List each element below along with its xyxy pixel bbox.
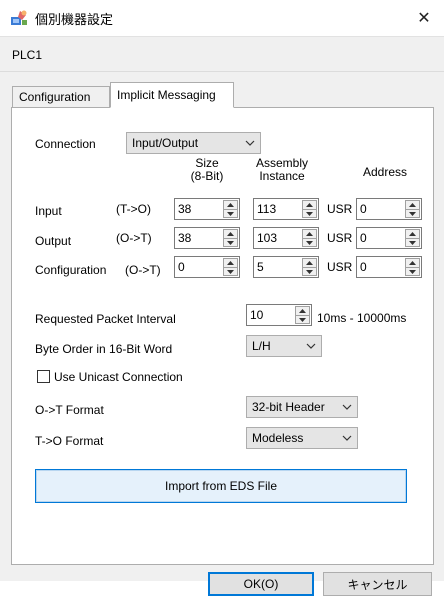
input-size-spin-buttons[interactable] [223, 200, 238, 218]
output-label: Output [35, 234, 72, 248]
output-size-stepper[interactable]: 38 [174, 227, 240, 249]
ot-format-value: 32-bit Header [252, 400, 325, 414]
configuration-size-spin-buttons[interactable] [223, 258, 238, 276]
configuration-address-stepper[interactable]: 0 [356, 256, 422, 278]
configuration-instance-stepper[interactable]: 5 [253, 256, 319, 278]
tab-configuration-label: Configuration [19, 90, 91, 104]
spin-down-icon [409, 241, 416, 245]
output-address-spin-buttons[interactable] [405, 229, 420, 247]
ot-format-select[interactable]: 32-bit Header [246, 396, 358, 418]
output-instance-stepper[interactable]: 103 [253, 227, 319, 249]
chevron-down-icon [342, 435, 352, 441]
input-label: Input [35, 204, 62, 218]
spin-down-icon [227, 270, 234, 274]
chevron-down-icon [306, 343, 316, 349]
ok-button[interactable]: OK(O) [208, 572, 314, 596]
to-format-label: T->O Format [35, 434, 104, 448]
implicit-messaging-panel: Connection Input/Output Size (8-Bit) Ass… [11, 107, 434, 565]
input-instance-stepper[interactable]: 113 [253, 198, 319, 220]
spin-down-icon [306, 270, 313, 274]
spin-up-icon [227, 261, 234, 265]
spin-up-icon [227, 232, 234, 236]
import-eds-button[interactable]: Import from EDS File [35, 469, 407, 503]
spin-up-icon [409, 232, 416, 236]
title-bar: 個別機器設定 ✕ [0, 0, 444, 36]
chevron-down-icon [342, 404, 352, 410]
spin-up-icon [306, 203, 313, 207]
configuration-address-prefix: USR [327, 260, 353, 274]
connection-label: Connection [35, 137, 96, 151]
device-settings-icon [11, 10, 27, 25]
output-address-stepper[interactable]: 0 [356, 227, 422, 249]
tab-configuration[interactable]: Configuration [12, 86, 110, 107]
spin-down-icon [227, 241, 234, 245]
rpi-label: Requested Packet Interval [35, 312, 176, 326]
spin-up-icon [227, 203, 234, 207]
unicast-label: Use Unicast Connection [54, 370, 183, 384]
connection-select[interactable]: Input/Output [126, 132, 261, 154]
close-icon: ✕ [417, 10, 431, 27]
address-header: Address [363, 165, 408, 179]
spin-down-icon [227, 212, 234, 216]
to-format-value: Modeless [252, 431, 304, 445]
output-size-spin-buttons[interactable] [223, 229, 238, 247]
configuration-address-spin-buttons[interactable] [405, 258, 420, 276]
size-header: Size (8-Bit) [190, 156, 224, 183]
input-address-prefix: USR [327, 202, 353, 216]
rpi-spin-buttons[interactable] [295, 306, 310, 324]
configuration-size-stepper[interactable]: 0 [174, 256, 240, 278]
cancel-button[interactable]: キャンセル [323, 572, 432, 596]
rpi-stepper[interactable]: 10 [246, 304, 312, 326]
input-instance-spin-buttons[interactable] [302, 200, 317, 218]
configuration-direction: (O->T) [125, 263, 161, 277]
dialog-content: Configuration Implicit Messaging Connect… [0, 72, 444, 596]
tab-implicit-messaging[interactable]: Implicit Messaging [110, 82, 234, 108]
to-format-select[interactable]: Modeless [246, 427, 358, 449]
unicast-checkbox[interactable] [37, 370, 50, 383]
spin-up-icon [409, 261, 416, 265]
close-button[interactable]: ✕ [404, 0, 444, 36]
spin-down-icon [306, 212, 313, 216]
spin-up-icon [306, 232, 313, 236]
device-label: PLC1 [12, 48, 43, 62]
input-address-stepper[interactable]: 0 [356, 198, 422, 220]
byte-order-select[interactable]: L/H [246, 335, 322, 357]
spin-down-icon [409, 270, 416, 274]
chevron-down-icon [245, 140, 255, 146]
device-label-bar: PLC1 [0, 36, 444, 72]
configuration-label: Configuration [35, 263, 107, 277]
spin-up-icon [409, 203, 416, 207]
input-size-stepper[interactable]: 38 [174, 198, 240, 220]
tab-implicit-messaging-label: Implicit Messaging [117, 88, 216, 102]
window-title: 個別機器設定 [35, 12, 114, 27]
output-address-prefix: USR [327, 231, 353, 245]
spin-up-icon [306, 261, 313, 265]
assembly-instance-header: Assembly Instance [255, 156, 308, 183]
configuration-instance-spin-buttons[interactable] [302, 258, 317, 276]
spin-down-icon [306, 241, 313, 245]
rpi-range: 10ms - 10000ms [317, 311, 407, 325]
spin-down-icon [299, 318, 306, 322]
connection-value: Input/Output [132, 136, 199, 150]
byte-order-label: Byte Order in 16-Bit Word [35, 342, 173, 356]
input-direction: (T->O) [116, 202, 151, 216]
ot-format-label: O->T Format [35, 403, 104, 417]
output-direction: (O->T) [116, 231, 152, 245]
input-address-spin-buttons[interactable] [405, 200, 420, 218]
output-instance-spin-buttons[interactable] [302, 229, 317, 247]
spin-up-icon [299, 309, 306, 313]
spin-down-icon [409, 212, 416, 216]
byte-order-value: L/H [252, 339, 271, 353]
